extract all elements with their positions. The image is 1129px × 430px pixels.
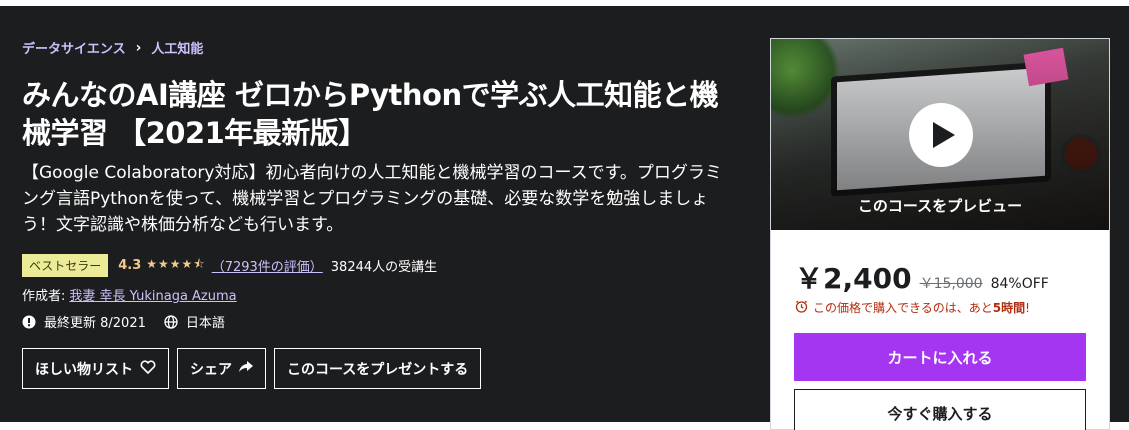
discount-percent: 84%OFF: [990, 276, 1049, 292]
course-preview[interactable]: このコースをプレビュー: [771, 39, 1109, 230]
bestseller-badge: ベストセラー: [22, 254, 109, 277]
breadcrumb: データサイエンス › 人工知能: [22, 38, 203, 58]
share-arrow-icon: [239, 360, 253, 377]
author-link[interactable]: 我妻 幸長 Yukinaga Azuma: [69, 285, 236, 304]
globe-icon: [164, 314, 178, 329]
course-subtitle: 【Google Colaboratory対応】初心者向けの人工知能と機械学習のコ…: [22, 163, 722, 235]
course-info-row: 最終更新 8/2021 日本語: [22, 312, 243, 331]
alert-badge-icon: [22, 315, 36, 329]
language: 日本語: [164, 312, 225, 331]
language-text: 日本語: [185, 316, 225, 331]
original-price: ￥15,000: [919, 276, 983, 292]
rating-count-link[interactable]: （7293件の評価）: [212, 256, 323, 275]
author-label: 作成者:: [22, 289, 66, 304]
preview-label: このコースをプレビュー: [857, 197, 1023, 215]
purchase-sidebar: このコースをプレビュー ￥2,400 ￥15,000 84%OFF この価格で購…: [770, 38, 1110, 430]
last-updated: 最終更新 8/2021: [22, 312, 146, 331]
timer-text: この価格で購入できるのは、あと5時間!: [813, 301, 1030, 315]
price-row: ￥2,400 ￥15,000 84%OFF: [795, 257, 1049, 297]
rating-value: 4.3: [118, 258, 142, 273]
play-icon[interactable]: [909, 103, 973, 167]
alarm-clock-icon: [795, 300, 808, 316]
sale-timer: この価格で購入できるのは、あと5時間!: [795, 299, 1030, 316]
course-title: みんなのAI講座 ゼロからPythonで学ぶ人工知能と機械学習 【2021年最新…: [22, 78, 719, 150]
last-updated-text: 最終更新 8/2021: [44, 316, 146, 331]
share-label: シェア: [190, 361, 232, 378]
author-row: 作成者: 我妻 幸長 Yukinaga Azuma: [22, 285, 237, 304]
add-to-cart-button[interactable]: カートに入れる: [794, 333, 1086, 381]
wishlist-label: ほしい物リスト: [35, 361, 133, 378]
action-buttons: ほしい物リスト シェア このコースをプレゼントする: [22, 348, 482, 389]
share-button[interactable]: シェア: [177, 348, 266, 389]
current-price: ￥2,400: [795, 262, 912, 295]
rating-row: ベストセラー 4.3 ★★★★⯪ （7293件の評価） 38244人の受講生: [22, 254, 437, 277]
breadcrumb-ai[interactable]: 人工知能: [151, 38, 203, 57]
star-rating-icon: ★★★★⯪: [146, 257, 206, 271]
heart-icon: [140, 359, 156, 378]
student-count: 38244人の受講生: [330, 260, 438, 275]
play-triangle: [933, 122, 955, 148]
wishlist-button[interactable]: ほしい物リスト: [22, 348, 169, 389]
breadcrumb-data-science[interactable]: データサイエンス: [22, 38, 126, 57]
chevron-right-icon: ›: [135, 39, 142, 56]
gift-course-label: このコースをプレゼントする: [287, 361, 469, 378]
buy-now-button[interactable]: 今すぐ購入する: [794, 389, 1086, 430]
gift-course-button[interactable]: このコースをプレゼントする: [274, 348, 482, 389]
